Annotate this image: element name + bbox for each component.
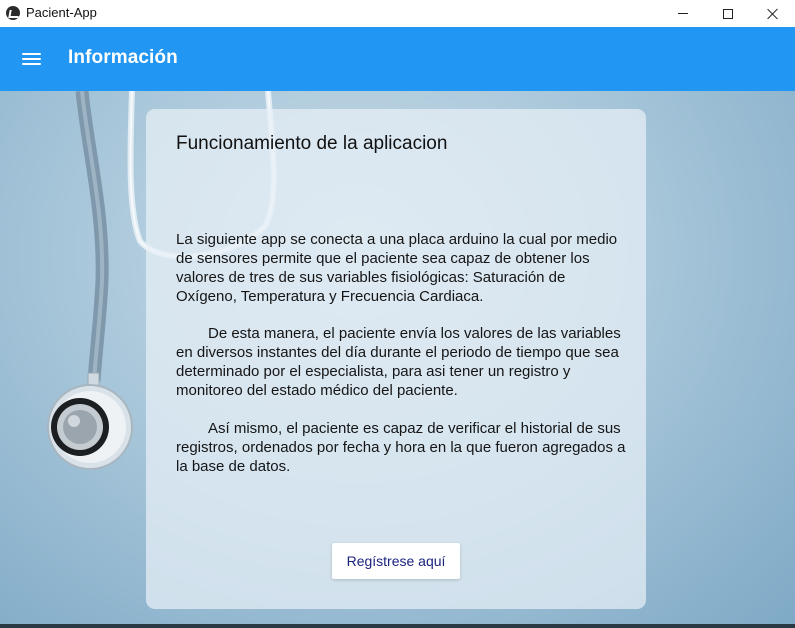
window-title: Pacient-App [26, 5, 97, 20]
close-icon [767, 8, 779, 20]
register-button[interactable]: Regístrese aquí [332, 543, 460, 579]
close-button[interactable] [750, 0, 795, 27]
info-paragraph-2: De esta manera, el paciente envía los va… [176, 325, 621, 399]
minimize-button[interactable] [660, 0, 706, 27]
info-card: Funcionamiento de la aplicacion La sigui… [146, 109, 646, 609]
window-bottom-edge [0, 624, 795, 628]
info-paragraph-3: Así mismo, el paciente es capaz de verif… [176, 420, 626, 475]
hamburger-menu-icon[interactable] [22, 51, 42, 67]
app-bar: Información [0, 27, 795, 91]
info-paragraph-1: La siguiente app se conecta a una placa … [176, 231, 618, 305]
minimize-icon [678, 13, 688, 14]
card-title: Funcionamiento de la aplicacion [176, 133, 448, 154]
maximize-icon [723, 8, 733, 19]
window-titlebar: Pacient-App [0, 0, 795, 27]
maximize-button[interactable] [705, 0, 751, 27]
page-title: Información [68, 47, 178, 68]
app-icon [6, 6, 20, 20]
